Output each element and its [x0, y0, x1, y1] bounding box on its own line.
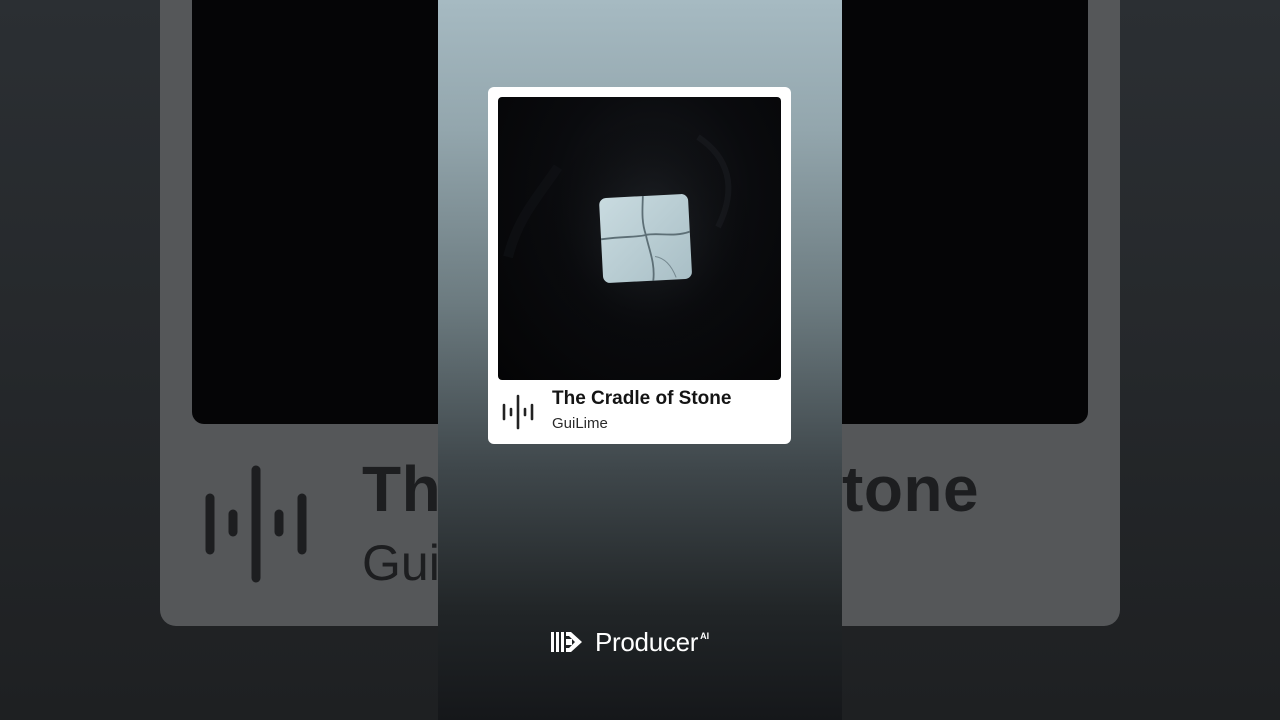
cover-art	[498, 97, 781, 380]
shorts-frame: The Cradle of Stone GuiLime Producer AI	[438, 0, 842, 720]
brand-suffix: AI	[700, 631, 710, 641]
background-waveform-icon	[205, 465, 307, 583]
brand-name: Producer	[595, 626, 699, 657]
track-artist[interactable]: GuiLime	[552, 415, 608, 432]
producer-logo-icon	[551, 632, 582, 652]
background-artist: Gui	[362, 535, 440, 591]
cracked-stone-tile-icon	[503, 117, 758, 357]
producer-brand: Producer AI	[551, 626, 709, 658]
waveform-icon	[502, 394, 534, 430]
track-title: The Cradle of Stone	[552, 388, 732, 409]
background-title-right: tone	[842, 453, 980, 525]
track-card[interactable]: The Cradle of Stone GuiLime	[488, 87, 791, 444]
